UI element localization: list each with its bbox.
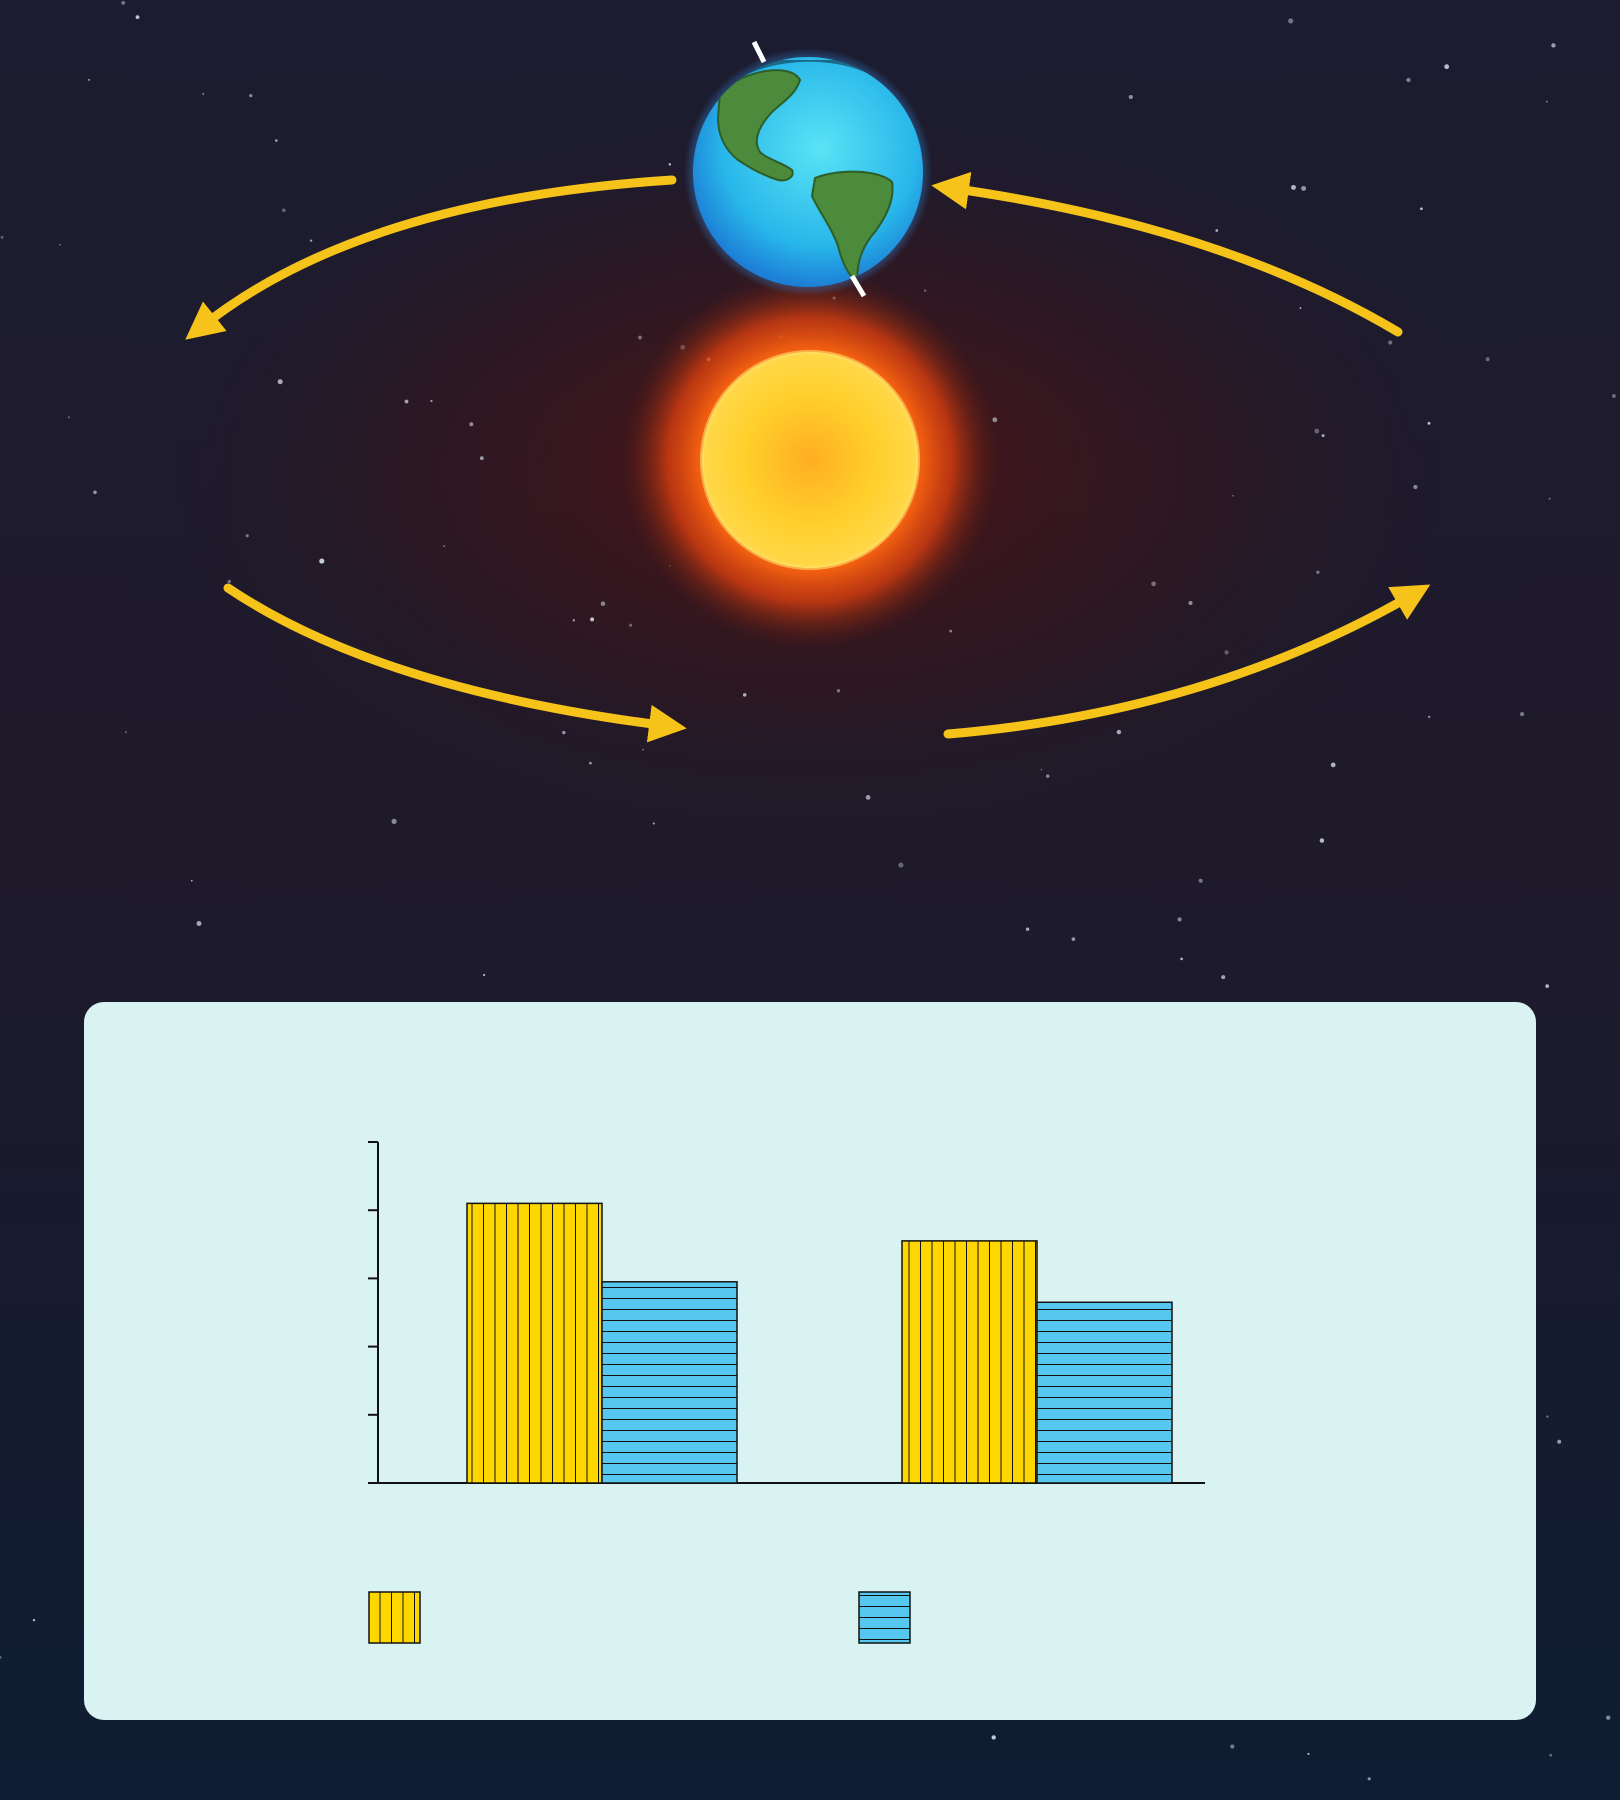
bar-series-1-group-2	[901, 1240, 1038, 1484]
star	[227, 579, 231, 584]
star	[1299, 307, 1302, 310]
star	[0, 235, 4, 239]
star	[1025, 927, 1030, 931]
star	[1215, 229, 1219, 232]
star	[1188, 600, 1193, 606]
star	[924, 289, 927, 292]
star	[1388, 340, 1393, 345]
star	[391, 818, 397, 824]
star	[202, 93, 204, 95]
star	[1198, 878, 1203, 883]
bar-series-1-group-1	[466, 1202, 603, 1484]
star	[1291, 184, 1296, 190]
star	[1546, 1415, 1549, 1418]
star	[32, 1618, 36, 1622]
star	[1232, 494, 1234, 497]
star	[249, 93, 253, 98]
star	[865, 795, 871, 800]
star	[1319, 838, 1325, 843]
star	[1420, 207, 1423, 211]
star	[319, 558, 325, 564]
star	[196, 921, 202, 926]
star	[469, 422, 474, 427]
star	[1557, 1439, 1562, 1444]
star	[1224, 650, 1229, 655]
star	[1321, 434, 1325, 438]
star	[309, 239, 313, 242]
star	[1427, 421, 1431, 425]
star	[121, 0, 126, 5]
star	[1128, 94, 1133, 100]
star	[600, 601, 606, 607]
star	[135, 15, 140, 19]
earth-orbit-diagram	[0, 0, 1620, 1800]
star	[1301, 185, 1307, 191]
star	[1230, 1744, 1235, 1749]
chart-panel	[84, 1002, 1536, 1720]
star	[1606, 1715, 1611, 1720]
star	[404, 399, 409, 404]
star	[742, 693, 747, 697]
star	[190, 879, 193, 882]
star	[93, 490, 97, 495]
star	[1413, 484, 1418, 490]
star	[589, 761, 592, 765]
star	[281, 208, 286, 213]
star	[590, 617, 595, 622]
star	[1314, 428, 1320, 434]
star	[572, 619, 575, 622]
bar-series-2-group-2	[1036, 1301, 1173, 1484]
bar-series-2-group-1	[601, 1281, 738, 1484]
star	[1485, 357, 1490, 362]
star	[1520, 712, 1525, 717]
star	[1151, 581, 1156, 587]
star	[1180, 957, 1183, 961]
star	[1444, 64, 1450, 70]
star	[1427, 715, 1431, 719]
star	[482, 973, 486, 977]
star	[1221, 975, 1226, 980]
star	[443, 545, 446, 548]
sun	[620, 270, 1000, 650]
star	[275, 139, 278, 142]
star	[1367, 1777, 1371, 1781]
star	[1307, 1752, 1310, 1755]
star	[1545, 984, 1550, 988]
legend-swatch-series-2	[858, 1591, 911, 1644]
star	[652, 822, 655, 825]
star	[1551, 43, 1556, 48]
star	[1045, 774, 1050, 778]
star	[1549, 1753, 1553, 1757]
legend-swatch-series-1	[368, 1591, 421, 1644]
star	[562, 730, 566, 735]
star	[59, 243, 61, 246]
star	[88, 78, 91, 81]
star	[479, 456, 484, 461]
star	[967, 179, 969, 182]
star	[1177, 917, 1182, 922]
star	[1316, 570, 1320, 574]
star	[1116, 729, 1122, 735]
star	[1071, 937, 1076, 941]
star	[1330, 762, 1336, 768]
star	[245, 534, 249, 538]
star	[1545, 100, 1548, 103]
star	[1288, 18, 1294, 24]
star	[642, 748, 644, 751]
star	[1406, 77, 1411, 83]
star	[836, 689, 841, 693]
star	[1040, 768, 1043, 771]
star	[629, 623, 633, 627]
star	[949, 629, 953, 633]
star	[991, 1735, 996, 1740]
star	[898, 862, 904, 868]
star	[1611, 394, 1616, 398]
star	[124, 731, 127, 734]
star	[430, 399, 433, 403]
star	[668, 163, 672, 166]
star	[67, 416, 71, 419]
star	[1548, 497, 1551, 500]
star	[638, 335, 642, 340]
star	[277, 379, 283, 385]
